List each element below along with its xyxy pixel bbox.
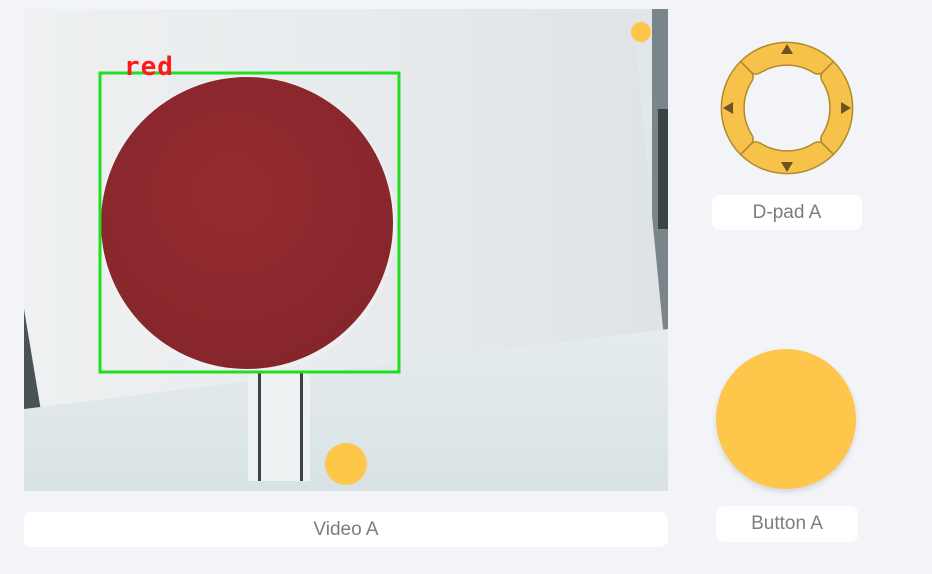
- video-feed: red: [24, 9, 668, 491]
- detection-label: red: [124, 52, 174, 82]
- camera-image: [24, 9, 668, 491]
- dpad-caption: D-pad A: [712, 195, 862, 230]
- video-overlay-dot-bottom[interactable]: [325, 443, 367, 485]
- dpad-left-button[interactable]: [720, 60, 754, 156]
- dpad-right-button[interactable]: [820, 60, 854, 156]
- dpad: [712, 33, 862, 183]
- dpad-up-button[interactable]: [739, 41, 835, 75]
- video-caption: Video A: [24, 512, 668, 547]
- video-overlay-dot-top: [631, 22, 651, 42]
- red-target-disc: [101, 77, 393, 369]
- dpad-down-button[interactable]: [739, 141, 835, 175]
- button-a[interactable]: [716, 349, 856, 489]
- button-caption: Button A: [716, 506, 858, 542]
